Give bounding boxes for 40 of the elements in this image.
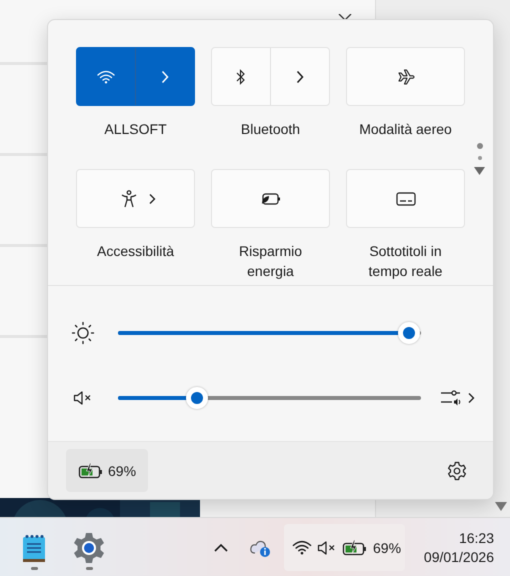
bluetooth-tile[interactable] — [211, 47, 330, 106]
captions-icon — [396, 190, 416, 206]
tile-label: Accessibilità — [96, 242, 174, 261]
wifi-tile[interactable] — [76, 47, 195, 106]
gear-icon[interactable] — [73, 532, 105, 564]
wifi-icon — [292, 540, 312, 555]
wifi-icon — [97, 70, 115, 84]
audio-output-icon[interactable] — [440, 389, 462, 407]
scroll-down-icon[interactable] — [495, 502, 507, 511]
battery-button[interactable]: 69% — [66, 449, 148, 492]
battery-charging-icon — [342, 540, 368, 556]
chevron-right-icon[interactable] — [296, 70, 304, 84]
accessibility-icon — [121, 190, 137, 208]
battery-leaf-icon — [260, 192, 282, 206]
tile-label: ALLSOFT — [104, 120, 167, 139]
tile-label: Risparmio energia — [238, 242, 303, 281]
notepad-icon[interactable] — [22, 534, 46, 564]
page-dot[interactable] — [476, 143, 482, 149]
speaker-muted-icon[interactable] — [72, 390, 93, 406]
clock[interactable]: 16:23 09/01/2026 — [424, 530, 494, 565]
captions-tile[interactable] — [346, 169, 465, 228]
scroll-down-icon[interactable] — [474, 167, 485, 175]
tile-label: Sottotitoli in tempo reale — [368, 242, 444, 281]
airplane-icon — [396, 68, 416, 86]
bluetooth-icon — [236, 68, 246, 84]
chevron-up-icon[interactable] — [214, 543, 228, 552]
chevron-right-icon[interactable] — [468, 392, 475, 404]
slider-thumb[interactable] — [186, 387, 208, 409]
tile-label: Bluetooth — [240, 120, 300, 139]
airplane-tile[interactable] — [346, 47, 465, 106]
system-tray-button[interactable]: 69% — [284, 524, 406, 571]
page-dot[interactable] — [478, 156, 482, 160]
brightness-icon — [70, 321, 95, 345]
accessibility-tile[interactable] — [76, 169, 195, 228]
slider-thumb[interactable] — [398, 322, 420, 344]
battery-charging-icon — [78, 462, 104, 478]
chevron-right-icon[interactable] — [149, 192, 156, 204]
battery-saver-tile[interactable] — [211, 169, 330, 228]
tile-label: Modalità aereo — [359, 120, 452, 139]
settings-icon[interactable] — [447, 460, 467, 480]
